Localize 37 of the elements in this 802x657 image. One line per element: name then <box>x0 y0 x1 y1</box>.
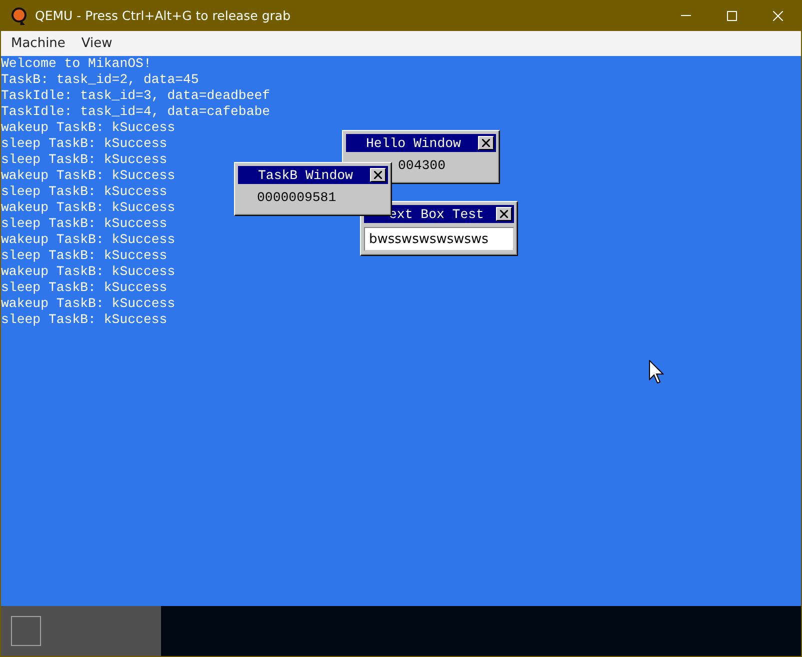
console-line: sleep TaskB: kSuccess <box>1 152 168 168</box>
console-line: Welcome to MikanOS! <box>1 56 152 72</box>
text-input-field[interactable]: bwsswswswswsws <box>364 227 514 251</box>
console-line: TaskIdle: task_id=4, data=cafebabe <box>1 104 270 120</box>
close-button[interactable] <box>496 207 512 221</box>
close-icon <box>773 10 783 20</box>
minimize-icon <box>681 15 691 16</box>
maximize-icon <box>727 10 737 20</box>
app-logo-icon <box>11 6 27 24</box>
close-button[interactable] <box>370 168 386 182</box>
console-line: wakeup TaskB: kSuccess <box>1 232 176 248</box>
start-button[interactable] <box>11 616 41 646</box>
close-icon <box>500 210 508 218</box>
console-line: sleep TaskB: kSuccess <box>1 312 168 328</box>
console-line: sleep TaskB: kSuccess <box>1 136 168 152</box>
console-line: wakeup TaskB: kSuccess <box>1 168 176 184</box>
console-line: sleep TaskB: kSuccess <box>1 216 168 232</box>
counter-text: 0000009581 <box>257 189 336 207</box>
console-line: wakeup TaskB: kSuccess <box>1 296 176 312</box>
os-window-title: Hello Window <box>366 136 461 150</box>
counter-text: 004300 <box>398 157 446 175</box>
mouse-cursor-icon <box>649 360 664 384</box>
console-line: sleep TaskB: kSuccess <box>1 184 168 200</box>
menu-item[interactable]: View <box>73 36 120 51</box>
close-button[interactable] <box>478 136 494 150</box>
close-icon <box>482 139 490 147</box>
console-line: sleep TaskB: kSuccess <box>1 248 168 264</box>
console-line: TaskIdle: task_id=3, data=deadbeef <box>1 88 270 104</box>
console-line: wakeup TaskB: kSuccess <box>1 120 176 136</box>
console-line: sleep TaskB: kSuccess <box>1 280 168 296</box>
os-window-title: TaskB Window <box>258 168 353 182</box>
console-line: wakeup TaskB: kSuccess <box>1 200 176 216</box>
close-icon <box>374 171 382 179</box>
console-line: TaskB: task_id=2, data=45 <box>1 72 199 88</box>
console-line: wakeup TaskB: kSuccess <box>1 264 176 280</box>
window-title: QEMU - Press Ctrl+Alt+G to release grab <box>35 8 292 23</box>
menu-item[interactable]: Machine <box>3 36 74 51</box>
